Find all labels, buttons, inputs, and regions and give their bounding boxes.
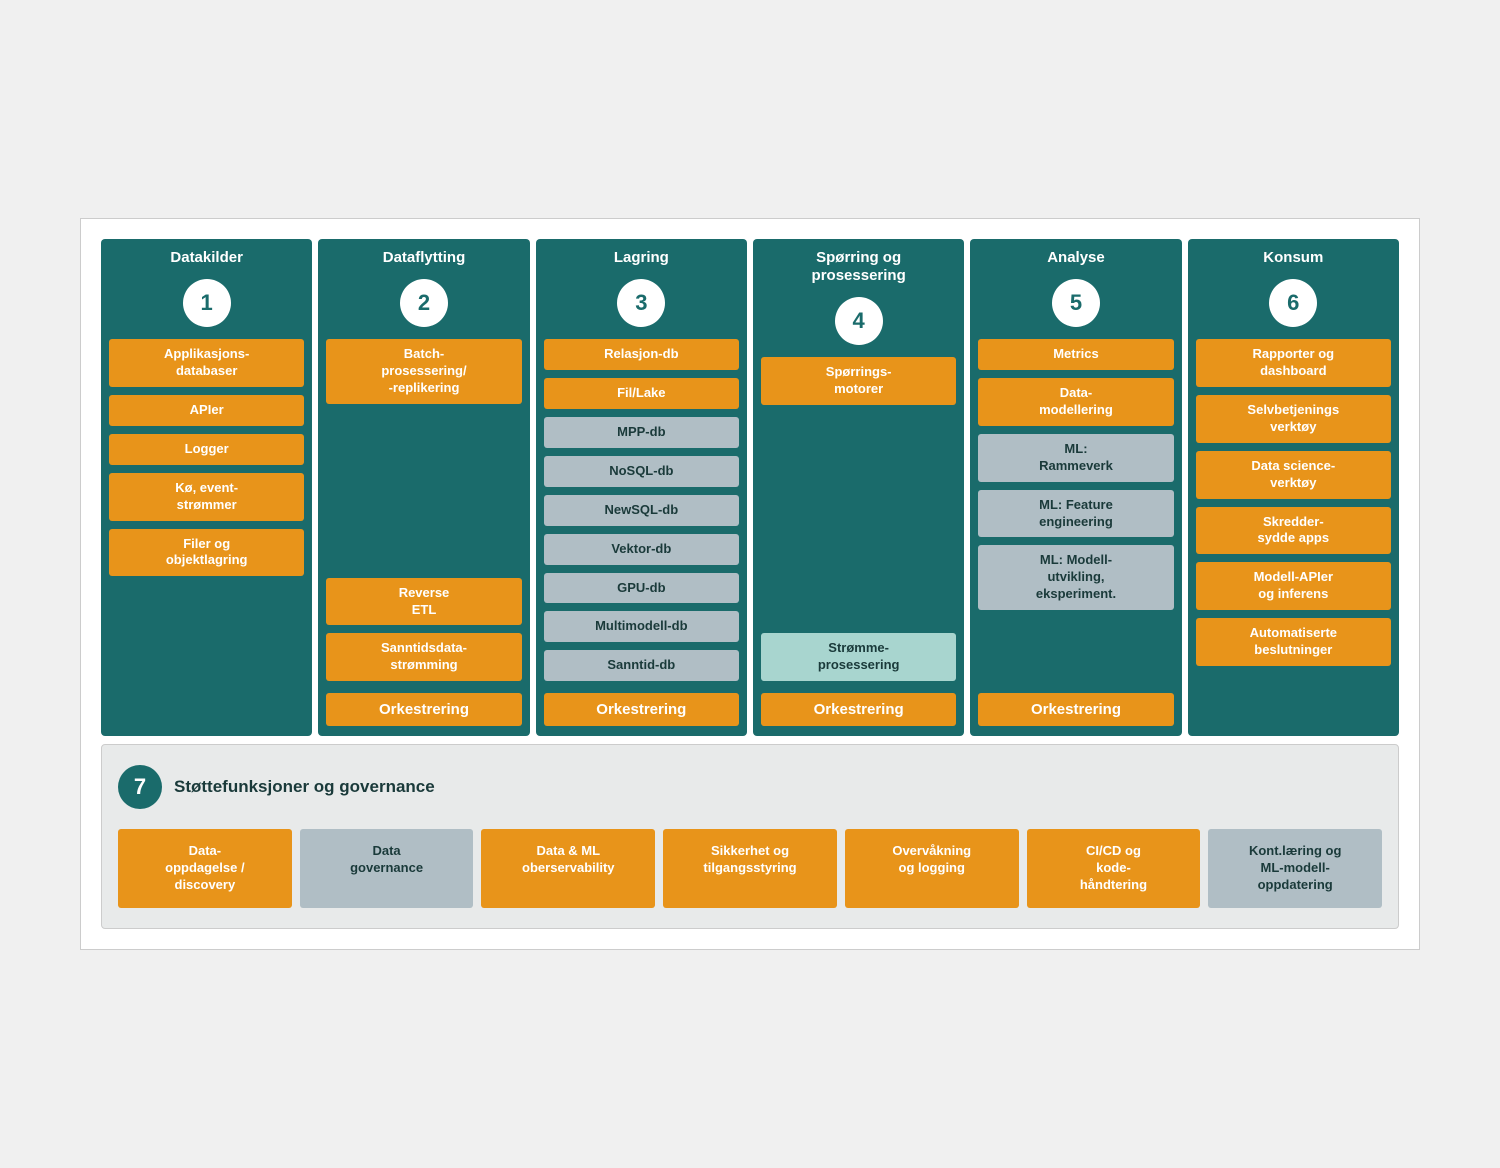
card-ml-feature: ML: Featureengineering (978, 490, 1173, 538)
card-stromme: Strømme-prosessering (761, 633, 956, 681)
bottom-badge: 7 (118, 765, 162, 809)
card-ml-modell: ML: Modell-utvikling,eksperiment. (978, 545, 1173, 610)
card-sporring-motorer: Spørrings-motorer (761, 357, 956, 405)
bottom-card-overvaking: Overvåkningog logging (845, 829, 1019, 908)
col1-header: Datakilder (170, 249, 243, 267)
bottom-section: 7 Støttefunksjoner og governance Data-op… (101, 744, 1399, 929)
bottom-card-dataoppdagelse: Data-oppdagelse /discovery (118, 829, 292, 908)
card-gpu-db: GPU-db (544, 573, 739, 604)
bottom-card-governance: Datagovernance (300, 829, 474, 908)
card-ko-event: Kø, event-strømmer (109, 473, 304, 521)
card-ml-rammeverk: ML:Rammeverk (978, 434, 1173, 482)
card-modell-apier: Modell-APIerog inferens (1196, 562, 1391, 610)
column-sporring: Spørring ogprosessering 4 Spørrings-moto… (753, 239, 964, 736)
card-sanntid-db: Sanntid-db (544, 650, 739, 681)
bottom-card-observability: Data & MLoberservability (481, 829, 655, 908)
card-relasjon-db: Relasjon-db (544, 339, 739, 370)
col1-badge: 1 (183, 279, 231, 327)
card-batch: Batch-prosessering/-replikering (326, 339, 521, 404)
orkestrering-bar-col5: Orkestrering (978, 693, 1173, 726)
top-section: Datakilder 1 Applikasjons-databaser APIe… (101, 239, 1399, 736)
bottom-cards: Data-oppdagelse /discovery Datagovernanc… (118, 829, 1382, 908)
main-wrapper: Datakilder 1 Applikasjons-databaser APIe… (80, 218, 1420, 950)
card-nosql-db: NoSQL-db (544, 456, 739, 487)
card-data-science: Data science-verktøy (1196, 451, 1391, 499)
card-filer: Filer ogobjektlagring (109, 529, 304, 577)
col3-header: Lagring (614, 249, 669, 267)
card-multimodell-db: Multimodell-db (544, 611, 739, 642)
col5-header: Analyse (1047, 249, 1105, 267)
card-skredder: Skredder-sydde apps (1196, 507, 1391, 555)
card-sanntidsdata: Sanntidsdata-strømming (326, 633, 521, 681)
card-mpp-db: MPP-db (544, 417, 739, 448)
card-metrics: Metrics (978, 339, 1173, 370)
col2-header: Dataflytting (383, 249, 466, 267)
col6-badge: 6 (1269, 279, 1317, 327)
col3-badge: 3 (617, 279, 665, 327)
card-selvbetjenings: Selvbetjeningsverktøy (1196, 395, 1391, 443)
orkestrering-bar-col4: Orkestrering (761, 693, 956, 726)
bottom-card-kontlaering: Kont.læring ogML-modell-oppdatering (1208, 829, 1382, 908)
column-dataflytting: Dataflytting 2 Batch-prosessering/-repli… (318, 239, 529, 736)
column-datakilder: Datakilder 1 Applikasjons-databaser APIe… (101, 239, 312, 736)
col6-header: Konsum (1263, 249, 1323, 267)
column-konsum: Konsum 6 Rapporter ogdashboard Selvbetje… (1188, 239, 1399, 736)
bottom-card-cicd: CI/CD ogkode-håndtering (1027, 829, 1201, 908)
bottom-title: Støttefunksjoner og governance (174, 777, 435, 797)
card-fil-lake: Fil/Lake (544, 378, 739, 409)
card-data-modellering: Data-modellering (978, 378, 1173, 426)
card-reverse-etl: ReverseETL (326, 578, 521, 626)
col4-header: Spørring ogprosessering (812, 249, 906, 285)
card-vektor-db: Vektor-db (544, 534, 739, 565)
col4-badge: 4 (835, 297, 883, 345)
card-applikasjoner: Applikasjons-databaser (109, 339, 304, 387)
bottom-header: 7 Støttefunksjoner og governance (118, 761, 1382, 813)
card-rapporter: Rapporter ogdashboard (1196, 339, 1391, 387)
column-lagring: Lagring 3 Relasjon-db Fil/Lake MPP-db No… (536, 239, 747, 736)
col5-badge: 5 (1052, 279, 1100, 327)
col2-badge: 2 (400, 279, 448, 327)
orkestrering-bar-col2: Orkestrering (326, 693, 521, 726)
column-analyse: Analyse 5 Metrics Data-modellering ML:Ra… (970, 239, 1181, 736)
card-logger: Logger (109, 434, 304, 465)
orkestrering-bar-col3: Orkestrering (544, 693, 739, 726)
card-automatiserte: Automatisertebeslutninger (1196, 618, 1391, 666)
card-apier: APIer (109, 395, 304, 426)
bottom-card-sikkerhet: Sikkerhet ogtilgangsstyring (663, 829, 837, 908)
card-newsql-db: NewSQL-db (544, 495, 739, 526)
